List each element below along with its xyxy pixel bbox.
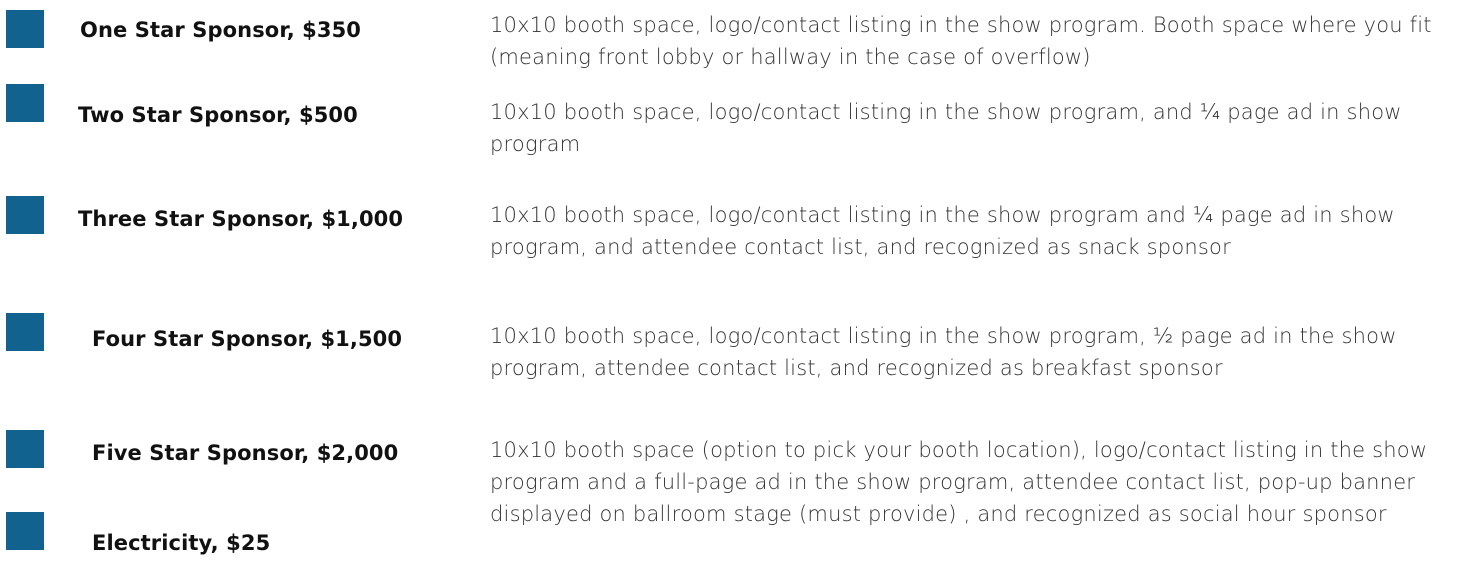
one-star-checkbox[interactable]: [6, 10, 44, 48]
one-star-label: One Star Sponsor, $350: [80, 18, 362, 42]
electricity-label: Electricity, $25: [92, 531, 271, 555]
three-star-label: Three Star Sponsor, $1,000: [78, 207, 404, 231]
five-star-label: Five Star Sponsor, $2,000: [92, 441, 399, 465]
four-star-description: 10x10 booth space, logo/contact listing …: [490, 324, 1397, 380]
two-star-description: 10x10 booth space, logo/contact listing …: [490, 100, 1402, 156]
two-star-checkbox[interactable]: [6, 84, 44, 122]
four-star-checkbox[interactable]: [6, 313, 44, 351]
four-star-label: Four Star Sponsor, $1,500: [92, 327, 403, 351]
five-star-checkbox[interactable]: [6, 430, 44, 468]
one-star-description: 10x10 booth space, logo/contact listing …: [490, 13, 1432, 69]
two-star-label: Two Star Sponsor, $500: [78, 103, 358, 127]
three-star-description: 10x10 booth space, logo/contact listing …: [490, 203, 1395, 259]
five-star-description: 10x10 booth space (option to pick your b…: [490, 438, 1428, 526]
three-star-checkbox[interactable]: [6, 196, 44, 234]
electricity-checkbox[interactable]: [6, 512, 44, 550]
